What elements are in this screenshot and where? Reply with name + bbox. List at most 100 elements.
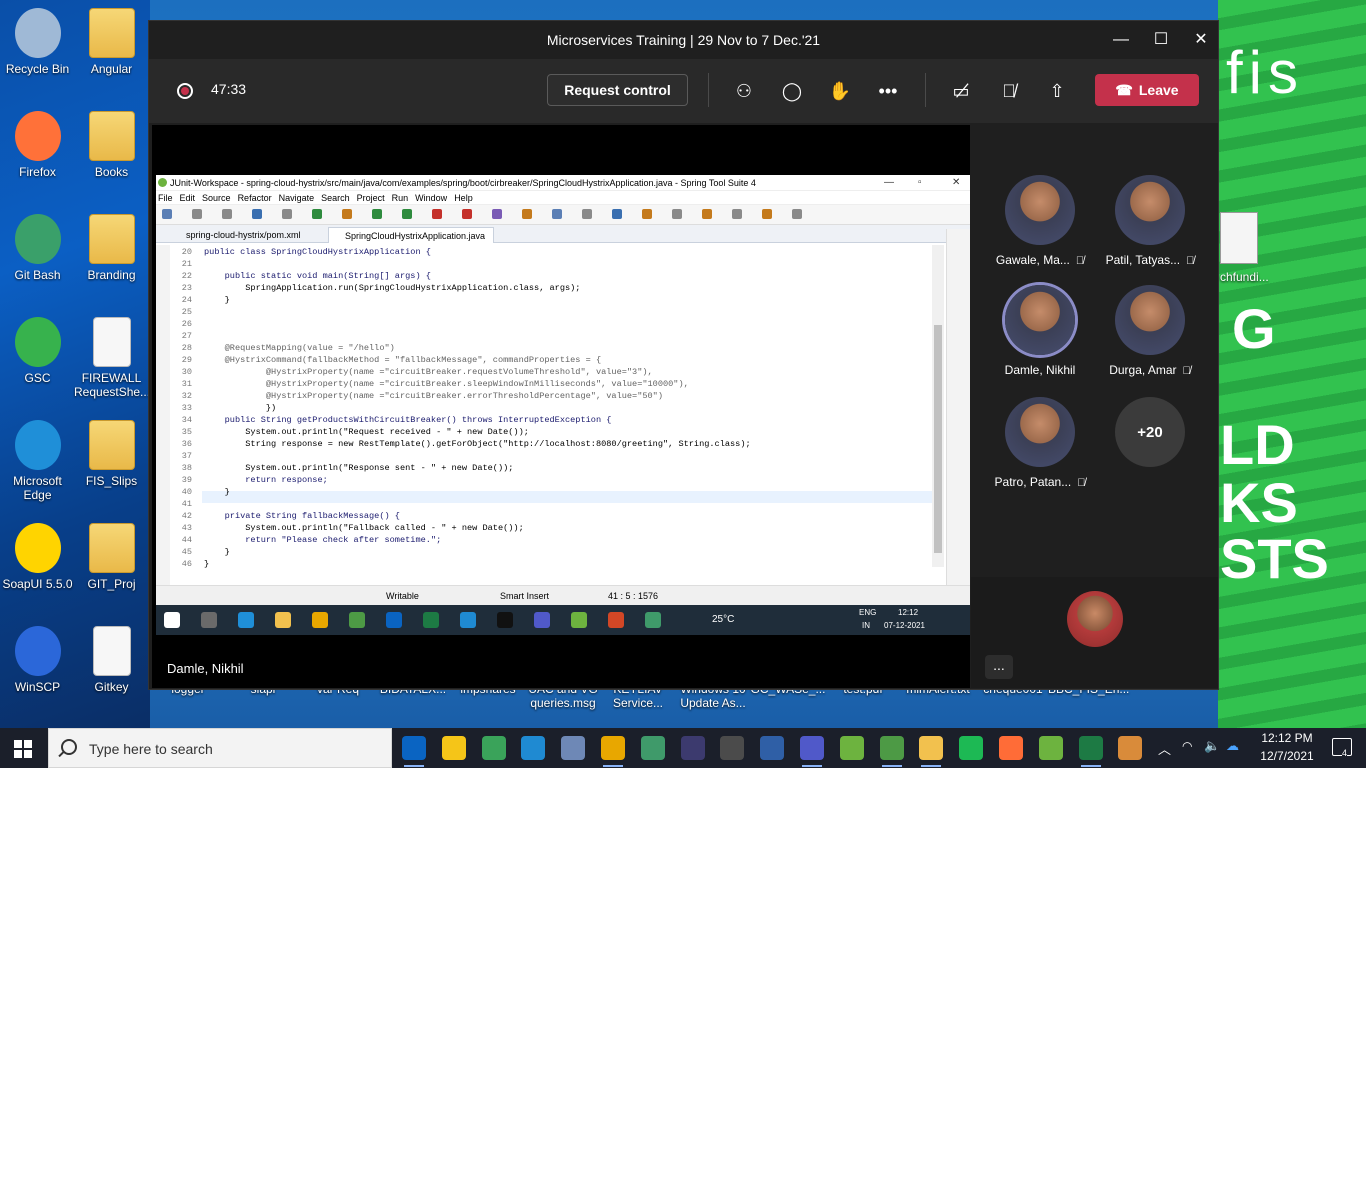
- minimize-button[interactable]: —: [1109, 29, 1133, 51]
- ide-toolbar-icon: [672, 209, 682, 219]
- sts-icon[interactable]: [1038, 736, 1063, 760]
- chevron-up-icon[interactable]: ︿: [1158, 739, 1171, 758]
- vscode-icon[interactable]: [521, 736, 546, 760]
- desktop-icon[interactable]: WinSCP: [0, 626, 75, 694]
- partial-document-icon[interactable]: [1220, 212, 1258, 264]
- participant-tile[interactable]: Damle, Nikhil: [985, 285, 1095, 377]
- line-number: 35: [181, 427, 192, 437]
- taskbar-clock-time[interactable]: 12:12 PM: [1258, 731, 1316, 745]
- camera-off-icon[interactable]: ▭̸: [948, 78, 974, 104]
- desktop-icon[interactable]: Angular: [74, 8, 149, 76]
- more-actions-icon[interactable]: •••: [875, 78, 901, 104]
- teams-meeting-window[interactable]: Microservices Training | 29 Nov to 7 Dec…: [148, 20, 1219, 690]
- shared-taskbar-app-icon: [645, 612, 661, 628]
- shared-taskbar-app-icon: [238, 612, 254, 628]
- current-line-highlight: [202, 491, 932, 503]
- desktop-icon[interactable]: SoapUI 5.5.0: [0, 523, 75, 591]
- onedrive-icon[interactable]: ☁: [1226, 738, 1239, 754]
- desktop-icon[interactable]: Branding: [74, 214, 149, 282]
- request-control-button[interactable]: Request control: [547, 74, 688, 106]
- participants-icon[interactable]: ⚇: [731, 78, 757, 104]
- windows-taskbar: Type here to search ︿ ◠ 🔈 ☁ 12:12 PM 12/…: [0, 728, 1366, 768]
- mic-muted-icon: 🎙̸: [1075, 255, 1085, 267]
- maximize-button[interactable]: ☐: [1149, 29, 1173, 51]
- ide-toolbar-icon: [342, 209, 352, 219]
- volume-icon[interactable]: 🔈: [1204, 738, 1220, 754]
- self-video-tile: ...: [971, 577, 1218, 688]
- taskbar-clock-date[interactable]: 12/7/2021: [1256, 749, 1318, 763]
- desktop-icon[interactable]: FIREWALL RequestShe...: [74, 317, 151, 399]
- participant-tile[interactable]: Gawale, Ma... 🎙̸: [985, 175, 1095, 267]
- participant-name: Patil, Tatyas...: [1105, 253, 1181, 267]
- file-explorer-icon[interactable]: [919, 736, 944, 767]
- ide-toolbar-icon: [372, 209, 382, 219]
- desktop-icon[interactable]: Microsoft Edge: [0, 420, 75, 502]
- shared-clock-date: 07-12-2021: [884, 621, 925, 630]
- code-line: }): [204, 403, 277, 413]
- code-line: }: [204, 487, 230, 497]
- eclipse-icon[interactable]: [680, 736, 705, 760]
- rdp-icon[interactable]: [760, 736, 785, 760]
- shared-taskbar-app-icon: [608, 612, 624, 628]
- more-options-button[interactable]: ...: [985, 655, 1013, 679]
- desktop-icon[interactable]: Recycle Bin: [0, 8, 75, 76]
- folder-icon: [88, 420, 135, 470]
- desktop-icon[interactable]: GSC: [0, 317, 75, 385]
- ide-editor-tabs: spring-cloud-hystrix/pom.xml SpringCloud…: [156, 225, 970, 243]
- notepad-icon[interactable]: [879, 736, 904, 767]
- teams-icon[interactable]: [800, 736, 824, 767]
- participant-name: Damle, Nikhil: [1004, 363, 1076, 377]
- meeting-title: Microservices Training | 29 Nov to 7 Dec…: [546, 32, 821, 48]
- desktop-icon[interactable]: GIT_Proj: [74, 523, 149, 591]
- ide-toolbar-icon: [402, 209, 412, 219]
- code-line: private String fallbackMessage() {: [204, 511, 400, 521]
- outlook-icon[interactable]: [402, 736, 426, 767]
- desktop-icon[interactable]: FIS_Slips: [74, 420, 149, 488]
- git-bash-icon: [14, 214, 61, 264]
- more-participants-tile[interactable]: +20: [1095, 397, 1205, 475]
- sticky-notes-icon[interactable]: [441, 736, 466, 760]
- participant-tile[interactable]: Patro, Patan... 🎙̸: [985, 397, 1095, 489]
- participant-name: Patro, Patan...: [994, 475, 1072, 489]
- participant-tile[interactable]: Patil, Tatyas... 🎙̸: [1095, 175, 1205, 267]
- windows-start-icon[interactable]: [14, 740, 32, 758]
- chat-icon[interactable]: ◯: [779, 78, 805, 104]
- desktop-icon[interactable]: Firefox: [0, 111, 75, 179]
- line-number: 44: [181, 535, 192, 545]
- spring-icon[interactable]: [839, 736, 864, 760]
- sts-icon: [158, 178, 167, 187]
- participant-tile[interactable]: Durga, Amar 🎙̸: [1095, 285, 1205, 377]
- chrome-icon[interactable]: [601, 736, 625, 767]
- ide-menubar: File Edit Source Refactor Navigate Search Proj…: [156, 191, 970, 205]
- share-screen-icon[interactable]: ⇧: [1044, 78, 1070, 104]
- excel-icon[interactable]: [1078, 736, 1103, 767]
- winscp-icon: [14, 626, 61, 676]
- line-number: 45: [181, 547, 192, 557]
- ide-side-views: [946, 229, 970, 599]
- shared-taskbar-app-icon: [201, 612, 217, 628]
- project-icon[interactable]: [481, 736, 506, 760]
- line-number: 26: [181, 319, 192, 329]
- mic-off-icon[interactable]: 🎙̸: [996, 78, 1022, 104]
- wifi-icon[interactable]: ◠: [1182, 739, 1192, 753]
- remote-icon[interactable]: [720, 736, 745, 760]
- taskbar-search-box[interactable]: Type here to search: [48, 728, 392, 768]
- shared-taskbar-app-icon: [497, 612, 513, 628]
- line-number: 28: [181, 343, 192, 353]
- postman-icon[interactable]: [999, 736, 1023, 760]
- ide-toolbar-icon: [762, 209, 772, 219]
- desktop-icon-label: FIREWALL RequestShe...: [74, 371, 151, 399]
- paint-icon[interactable]: [1118, 736, 1143, 760]
- sheets-icon[interactable]: [959, 736, 984, 760]
- desktop-icon[interactable]: Git Bash: [0, 214, 75, 282]
- leave-button[interactable]: ☎ Leave: [1095, 74, 1199, 106]
- recycle-bin-icon: [14, 8, 61, 58]
- line-number: 41: [181, 499, 192, 509]
- line-number: 37: [181, 451, 192, 461]
- close-button[interactable]: ✕: [1189, 29, 1213, 51]
- globe-icon[interactable]: [640, 736, 665, 760]
- network-icon[interactable]: [561, 736, 586, 760]
- raise-hand-icon[interactable]: ✋: [827, 78, 853, 104]
- desktop-icon[interactable]: Gitkey: [74, 626, 149, 694]
- desktop-icon[interactable]: Books: [74, 111, 149, 179]
